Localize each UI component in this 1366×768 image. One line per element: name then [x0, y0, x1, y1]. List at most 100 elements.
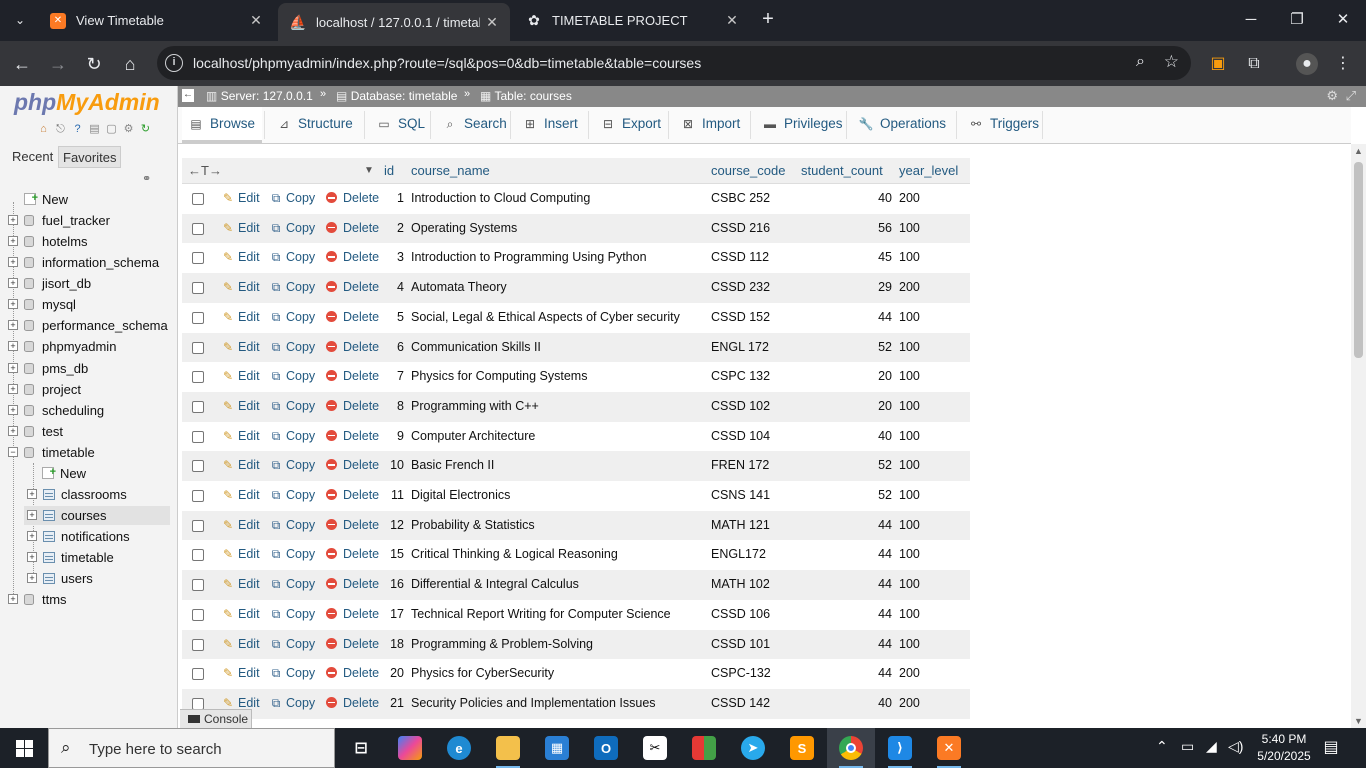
system-clock[interactable]: 5:40 PM 5/20/2025 [1250, 731, 1318, 765]
tree-new-table[interactable]: New [42, 462, 86, 484]
settings-gear-icon[interactable]: ⚙ [1326, 88, 1338, 104]
cell-course-code[interactable]: CSSD 232 [711, 273, 795, 302]
tab-privileges[interactable]: ▬ Privileges [756, 107, 843, 143]
phpmyadmin-logo[interactable]: phpMyAdmin [14, 89, 160, 116]
cell-course-code[interactable]: MATH 121 [711, 511, 795, 540]
copy-row-link[interactable]: ⧉ Copy [268, 540, 315, 569]
row-checkbox[interactable] [192, 638, 204, 651]
breadcrumb-database[interactable]: ▤ Database: timetable [336, 89, 457, 103]
cell-id[interactable]: 9 [380, 422, 404, 451]
cell-id[interactable]: 1 [380, 184, 404, 213]
cell-id[interactable]: 7 [380, 362, 404, 391]
tree-db-jisort-db[interactable]: + jisort_db [8, 273, 91, 294]
edit-row-link[interactable]: ✎ Edit [220, 184, 260, 213]
cell-course-code[interactable]: CSSD 152 [711, 303, 795, 332]
zoom-icon[interactable]: ⌕ [1136, 53, 1145, 71]
cell-course-name[interactable]: Programming with C++ [411, 392, 705, 421]
cell-year-level[interactable]: 100 [899, 481, 959, 510]
cell-year-level[interactable]: 100 [899, 243, 959, 272]
cell-student-count[interactable]: 52 [801, 333, 892, 362]
cell-id[interactable]: 8 [380, 392, 404, 421]
cell-year-level[interactable]: 200 [899, 184, 959, 213]
cell-year-level[interactable]: 100 [899, 214, 959, 243]
cell-course-name[interactable]: Social, Legal & Ethical Aspects of Cyber… [411, 303, 705, 332]
row-checkbox[interactable] [192, 341, 204, 354]
cell-year-level[interactable]: 100 [899, 600, 959, 629]
cell-id[interactable]: 11 [380, 481, 404, 510]
copy-row-link[interactable]: ⧉ Copy [268, 392, 315, 421]
cell-student-count[interactable]: 40 [801, 184, 892, 213]
cell-id[interactable]: 5 [380, 303, 404, 332]
close-tab-icon[interactable]: ✕ [244, 12, 268, 29]
close-tab-icon[interactable]: ✕ [720, 12, 744, 29]
expand-icon[interactable]: + [27, 573, 37, 583]
collapse-icon[interactable]: − [8, 447, 18, 457]
help-icon[interactable]: ? [70, 122, 85, 137]
start-button[interactable] [0, 728, 48, 768]
tree-new-database[interactable]: New [24, 188, 68, 210]
volume-icon[interactable]: ◁) [1228, 738, 1243, 755]
cell-student-count[interactable]: 20 [801, 362, 892, 391]
tree-db-ttms[interactable]: + ttms [8, 589, 67, 610]
expand-icon[interactable]: + [8, 594, 18, 604]
copy-row-link[interactable]: ⧉ Copy [268, 511, 315, 540]
tree-table-timetable[interactable]: + timetable [27, 547, 114, 568]
favorites-tab[interactable]: Favorites [58, 146, 122, 168]
cell-course-code[interactable]: ENGL172 [711, 540, 795, 569]
column-header-student-count[interactable]: student_count [801, 158, 883, 184]
cell-course-name[interactable]: Differential & Integral Calculus [411, 570, 705, 599]
row-checkbox[interactable] [192, 668, 204, 681]
cell-id[interactable]: 2 [380, 214, 404, 243]
cell-course-name[interactable]: Physics for Computing Systems [411, 362, 705, 391]
tree-db-timetable[interactable]: − timetable [8, 442, 95, 463]
row-checkbox[interactable] [192, 549, 204, 562]
delete-row-link[interactable]: Delete [326, 481, 379, 510]
expand-icon[interactable]: + [27, 531, 37, 541]
delete-row-link[interactable]: Delete [326, 273, 379, 302]
cell-course-name[interactable]: Digital Electronics [411, 481, 705, 510]
expand-icon[interactable]: + [27, 489, 37, 499]
reload-nav-icon[interactable]: ↻ [138, 122, 153, 137]
breadcrumb-table[interactable]: ▦ Table: courses [480, 89, 572, 103]
taskbar-search-box[interactable]: ⌕ Type here to search [48, 728, 335, 768]
tab-triggers[interactable]: ⚯ Triggers [962, 107, 1039, 143]
edit-row-link[interactable]: ✎ Edit [220, 422, 260, 451]
tree-db-performance-schema[interactable]: + performance_schema [8, 315, 168, 336]
row-checkbox[interactable] [192, 193, 204, 205]
copy-row-link[interactable]: ⧉ Copy [268, 243, 315, 272]
minimize-window-button[interactable]: ─ [1228, 0, 1274, 40]
tab-search[interactable]: ⌕ Search [436, 107, 507, 143]
wifi-icon[interactable]: ◢ [1206, 738, 1217, 755]
address-bar[interactable]: i localhost/phpmyadmin/index.php?route=/… [157, 46, 1191, 80]
cell-course-code[interactable]: CSSD 142 [711, 689, 795, 718]
home-icon[interactable]: ⌂ [36, 122, 51, 137]
delete-row-link[interactable]: Delete [326, 540, 379, 569]
cell-year-level[interactable]: 100 [899, 630, 959, 659]
taskbar-store[interactable]: ▦ [533, 728, 581, 768]
delete-row-link[interactable]: Delete [326, 630, 379, 659]
cell-student-count[interactable]: 44 [801, 600, 892, 629]
notifications-icon[interactable]: ▤ [1320, 737, 1342, 757]
row-checkbox[interactable] [192, 400, 204, 413]
delete-row-link[interactable]: Delete [326, 333, 379, 362]
cell-course-name[interactable]: Automata Theory [411, 273, 705, 302]
cell-id[interactable]: 17 [380, 600, 404, 629]
column-header-id[interactable]: id [384, 158, 394, 184]
cell-year-level[interactable]: 100 [899, 392, 959, 421]
cell-year-level[interactable]: 200 [899, 689, 959, 718]
cell-course-code[interactable]: CSPC-132 [711, 659, 795, 688]
sort-dropdown-icon[interactable]: ▼ [364, 158, 374, 184]
expand-icon[interactable]: + [8, 320, 18, 330]
row-checkbox[interactable] [192, 490, 204, 502]
copy-row-link[interactable]: ⧉ Copy [268, 184, 315, 213]
edit-row-link[interactable]: ✎ Edit [220, 570, 260, 599]
cell-course-code[interactable]: CSSD 112 [711, 243, 795, 272]
delete-row-link[interactable]: Delete [326, 451, 379, 480]
taskbar-xampp[interactable]: ✕ [925, 728, 973, 768]
tab-search-button[interactable]: ⌄ [8, 8, 32, 32]
cell-course-name[interactable]: Security Policies and Implementation Iss… [411, 689, 705, 718]
cell-course-name[interactable]: Technical Report Writing for Computer Sc… [411, 600, 705, 629]
edit-row-link[interactable]: ✎ Edit [220, 451, 260, 480]
home-button[interactable]: ⌂ [116, 50, 144, 78]
bookmark-star-icon[interactable]: ☆ [1164, 52, 1179, 72]
